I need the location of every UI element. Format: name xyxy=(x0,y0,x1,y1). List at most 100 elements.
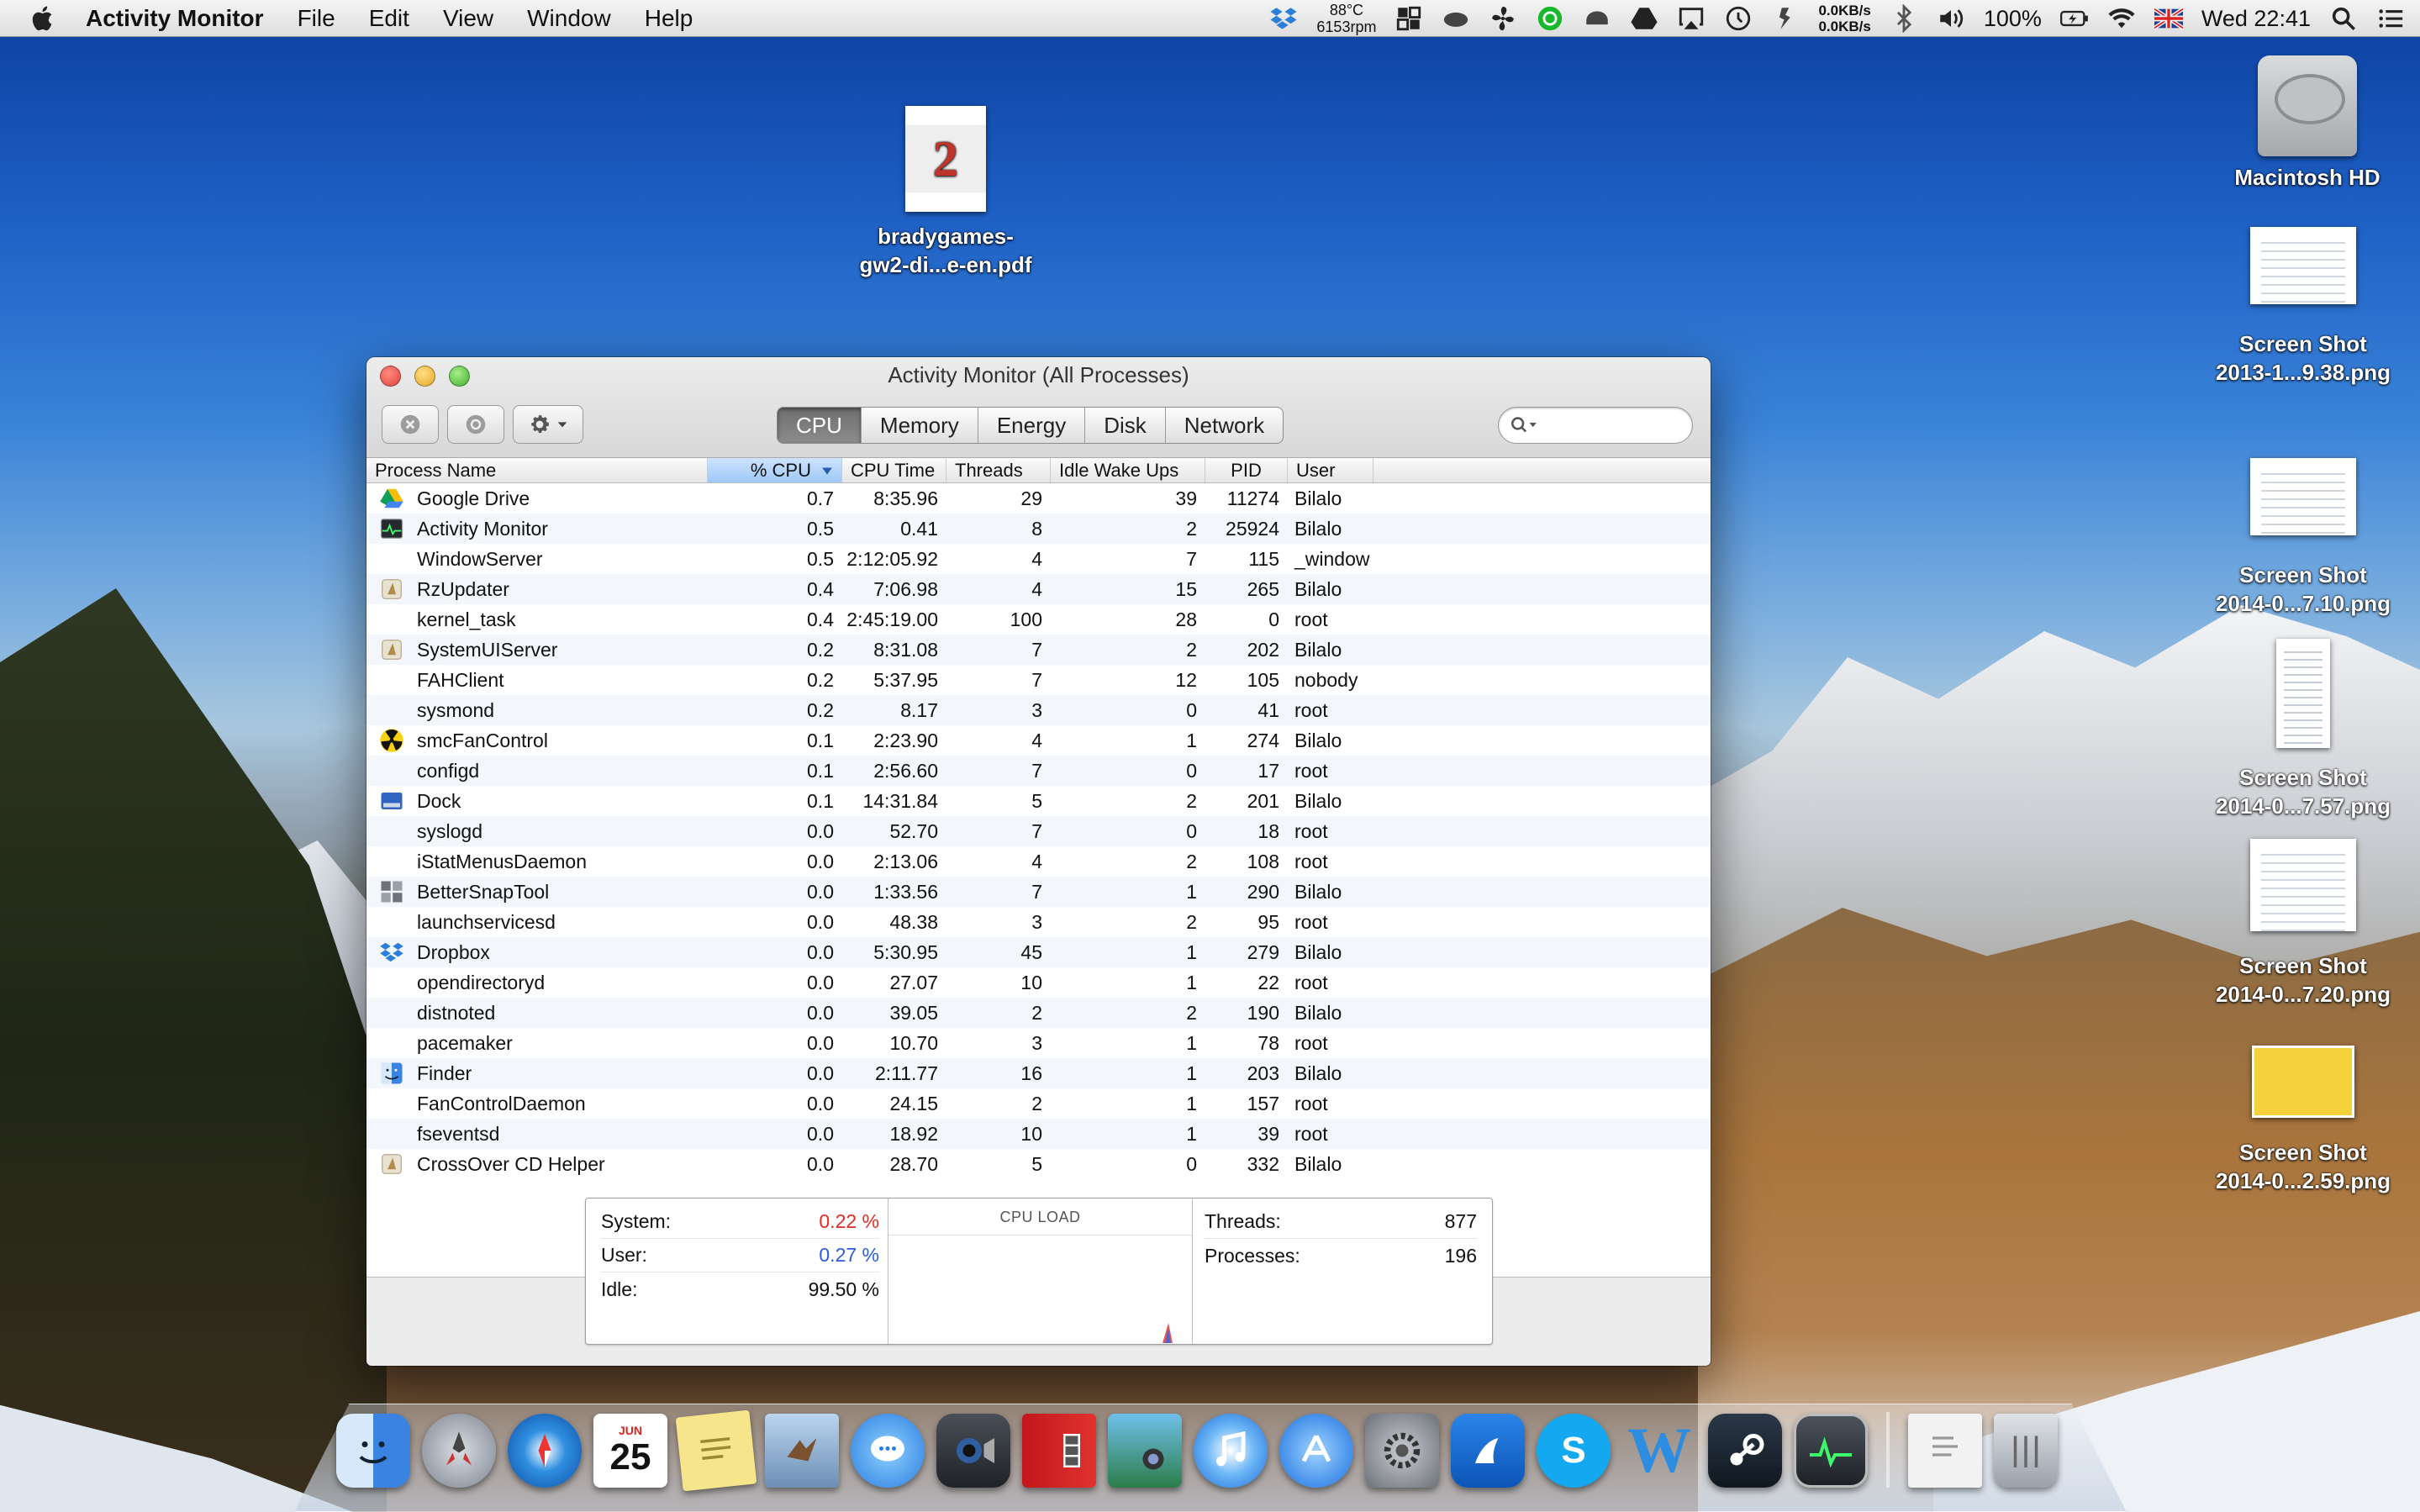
table-row[interactable]: syslogd 0.0 52.70 7 0 18 root xyxy=(366,816,1711,846)
table-row[interactable]: pacemaker 0.0 10.70 3 1 78 root xyxy=(366,1028,1711,1058)
network-speed-readout[interactable]: 0.0KB/s 0.0KB/s xyxy=(1818,3,1870,34)
dock-pushbullet-icon[interactable] xyxy=(1451,1414,1525,1488)
dock-stickies-icon[interactable] xyxy=(675,1409,757,1492)
inspect-process-button[interactable] xyxy=(447,405,504,444)
fan-status-icon[interactable] xyxy=(1489,0,1517,37)
cloud-status-icon[interactable] xyxy=(1442,0,1470,37)
tab-energy[interactable]: Energy xyxy=(978,408,1086,443)
dock-mail-icon[interactable] xyxy=(765,1414,839,1488)
dock-skype-icon[interactable]: S xyxy=(1537,1414,1611,1488)
column-cpu[interactable]: % CPU xyxy=(708,458,842,482)
menu-file[interactable]: File xyxy=(281,5,352,32)
dock-launchpad-icon[interactable] xyxy=(422,1414,496,1488)
apple-menu-icon[interactable] xyxy=(18,0,69,37)
table-row[interactable]: Dropbox 0.0 5:30.95 45 1 279 Bilalo xyxy=(366,937,1711,967)
table-row[interactable]: smcFanControl 0.1 2:23.90 4 1 274 Bilalo xyxy=(366,725,1711,756)
menu-help[interactable]: Help xyxy=(628,5,710,32)
table-row[interactable]: configd 0.1 2:56.60 7 0 17 root xyxy=(366,756,1711,786)
table-row[interactable]: SystemUIServer 0.2 8:31.08 7 2 202 Bilalo xyxy=(366,635,1711,665)
menu-edit[interactable]: Edit xyxy=(352,5,426,32)
helmet-status-icon[interactable] xyxy=(1583,0,1611,37)
tab-memory[interactable]: Memory xyxy=(862,408,978,443)
table-row[interactable]: Activity Monitor 0.5 0.41 8 2 25924 Bilalo xyxy=(366,514,1711,544)
dock-finder-icon[interactable] xyxy=(336,1414,410,1488)
column-threads[interactable]: Threads xyxy=(946,458,1051,482)
dock-photo-booth-icon[interactable] xyxy=(1022,1414,1096,1488)
menu-view[interactable]: View xyxy=(426,5,510,32)
dock-word-icon[interactable]: W xyxy=(1622,1414,1696,1488)
temperature-readout[interactable]: 88°C 6153rpm xyxy=(1316,2,1376,35)
clock[interactable]: Wed 22:41 xyxy=(2201,0,2311,37)
table-row[interactable]: distnoted 0.0 39.05 2 2 190 Bilalo xyxy=(366,998,1711,1028)
battery-icon[interactable] xyxy=(2059,0,2089,37)
menu-window[interactable]: Window xyxy=(510,5,628,32)
dock-app-store-icon[interactable] xyxy=(1279,1414,1353,1488)
table-row[interactable]: Finder 0.0 2:11.77 16 1 203 Bilalo xyxy=(366,1058,1711,1088)
notification-center-icon[interactable] xyxy=(2376,0,2405,37)
table-row[interactable]: fseventsd 0.0 18.92 10 1 39 root xyxy=(366,1119,1711,1149)
battery-percent[interactable]: 100% xyxy=(1984,0,2042,37)
desktop-screenshot-3[interactable]: Screen Shot 2014-0...7.57.png xyxy=(2194,639,2412,820)
airplay-icon[interactable] xyxy=(1677,0,1706,37)
table-row[interactable]: CrossOver CD Helper 0.0 28.70 5 0 332 Bilalo xyxy=(366,1149,1711,1179)
table-row[interactable]: WindowServer 0.5 2:12:05.92 4 7 115 _window xyxy=(366,544,1711,574)
tab-disk[interactable]: Disk xyxy=(1085,408,1166,443)
table-row[interactable]: launchservicesd 0.0 48.38 3 2 95 root xyxy=(366,907,1711,937)
bluetooth-icon[interactable] xyxy=(1890,0,1918,37)
desktop-screenshot-5[interactable]: Screen Shot 2014-0...2.59.png xyxy=(2194,1046,2412,1195)
grid-status-icon[interactable] xyxy=(1395,0,1423,37)
process-name: opendirectoryd xyxy=(417,971,546,993)
desktop-macintosh-hd[interactable]: Macintosh HD xyxy=(2219,55,2396,192)
column-cpu-time[interactable]: CPU Time xyxy=(842,458,946,482)
tab-network[interactable]: Network xyxy=(1166,408,1283,443)
table-row[interactable]: kernel_task 0.4 2:45:19.00 100 28 0 root xyxy=(366,604,1711,635)
menu-app-name[interactable]: Activity Monitor xyxy=(69,5,281,32)
dock-facetime-icon[interactable] xyxy=(936,1414,1010,1488)
wifi-icon[interactable] xyxy=(2107,0,2136,37)
quit-process-button[interactable] xyxy=(382,405,439,444)
table-row[interactable]: FAHClient 0.2 5:37.95 7 12 105 nobody xyxy=(366,665,1711,695)
column-user[interactable]: User xyxy=(1288,458,1373,482)
desktop-screenshot-4[interactable]: Screen Shot 2014-0...7.20.png xyxy=(2194,839,2412,1009)
tab-cpu[interactable]: CPU xyxy=(778,408,862,443)
spotlight-icon[interactable] xyxy=(2329,0,2358,37)
window-titlebar[interactable]: Activity Monitor (All Processes) CPU Mem… xyxy=(366,357,1711,458)
table-row[interactable]: opendirectoryd 0.0 27.07 10 1 22 root xyxy=(366,967,1711,998)
dock-system-preferences-icon[interactable] xyxy=(1365,1414,1439,1488)
volume-icon[interactable] xyxy=(1937,0,1965,37)
dropbox-status-icon[interactable] xyxy=(1269,0,1298,37)
time-machine-icon[interactable] xyxy=(1724,0,1753,37)
dock-trash-icon[interactable] xyxy=(1994,1414,2058,1488)
table-row[interactable]: BetterSnapTool 0.0 1:33.56 7 1 290 Bilalo xyxy=(366,877,1711,907)
script-status-icon[interactable] xyxy=(1771,0,1800,37)
search-input[interactable] xyxy=(1537,414,1672,436)
search-field[interactable] xyxy=(1498,407,1693,444)
dock-documents-icon[interactable] xyxy=(1908,1414,1982,1488)
table-row[interactable]: RzUpdater 0.4 7:06.98 4 15 265 Bilalo xyxy=(366,574,1711,604)
dock-calendar-icon[interactable]: JUN 25 xyxy=(593,1414,667,1488)
cpu-load-graph: CPU LOAD xyxy=(888,1199,1193,1344)
pid: 17 xyxy=(1257,759,1279,782)
green-status-icon[interactable] xyxy=(1536,0,1564,37)
desktop-screenshot-2[interactable]: Screen Shot 2014-0...7.10.png xyxy=(2194,458,2412,618)
table-row[interactable]: Dock 0.1 14:31.84 5 2 201 Bilalo xyxy=(366,786,1711,816)
dock-messages-icon[interactable] xyxy=(851,1414,925,1488)
dock-safari-icon[interactable] xyxy=(508,1414,582,1488)
action-menu-button[interactable] xyxy=(513,405,583,444)
column-process-name[interactable]: Process Name xyxy=(366,458,708,482)
dock-itunes-icon[interactable] xyxy=(1194,1414,1268,1488)
column-idle-wake-ups[interactable]: Idle Wake Ups xyxy=(1051,458,1205,482)
system-label: System: xyxy=(601,1210,672,1232)
desktop-pdf-file[interactable]: 2 bradygames- gw2-di...e-en.pdf xyxy=(832,106,1059,279)
drive-status-icon[interactable] xyxy=(1630,0,1658,37)
uk-flag-icon[interactable] xyxy=(2154,0,2183,37)
table-row[interactable]: sysmond 0.2 8.17 3 0 41 root xyxy=(366,695,1711,725)
table-row[interactable]: iStatMenusDaemon 0.0 2:13.06 4 2 108 root xyxy=(366,846,1711,877)
dock-steam-icon[interactable] xyxy=(1708,1414,1782,1488)
column-pid[interactable]: PID xyxy=(1205,458,1288,482)
table-row[interactable]: Google Drive 0.7 8:35.96 29 39 11274 Bilalo xyxy=(366,483,1711,514)
dock-iphoto-icon[interactable] xyxy=(1108,1414,1182,1488)
dock-activity-monitor-icon[interactable] xyxy=(1794,1414,1868,1488)
table-row[interactable]: FanControlDaemon 0.0 24.15 2 1 157 root xyxy=(366,1088,1711,1119)
desktop-screenshot-1[interactable]: Screen Shot 2013-1...9.38.png xyxy=(2194,227,2412,387)
